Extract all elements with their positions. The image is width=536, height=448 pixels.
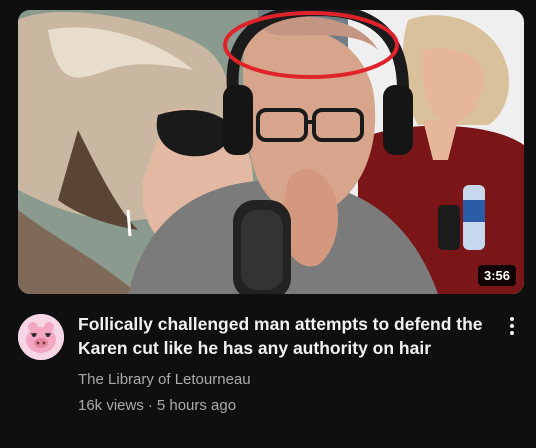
stats-separator: ·: [147, 397, 153, 414]
video-thumbnail[interactable]: 3:56: [18, 10, 524, 294]
view-count: 16k views: [78, 397, 144, 414]
pig-avatar-icon: [18, 314, 64, 360]
thumbnail-image: [18, 10, 524, 294]
channel-avatar[interactable]: [18, 314, 64, 360]
duration-badge: 3:56: [477, 265, 516, 286]
video-title[interactable]: Follically challenged man attempts to de…: [78, 312, 488, 360]
video-meta: Follically challenged man attempts to de…: [18, 308, 524, 428]
channel-name[interactable]: The Library of Letourneau: [78, 370, 251, 390]
video-card[interactable]: 3:56 Follically challenged man attempts …: [0, 0, 536, 448]
more-vert-icon[interactable]: [500, 312, 524, 340]
video-stats: 16k views · 5 hours ago: [78, 396, 236, 416]
upload-age: 5 hours ago: [156, 397, 237, 414]
